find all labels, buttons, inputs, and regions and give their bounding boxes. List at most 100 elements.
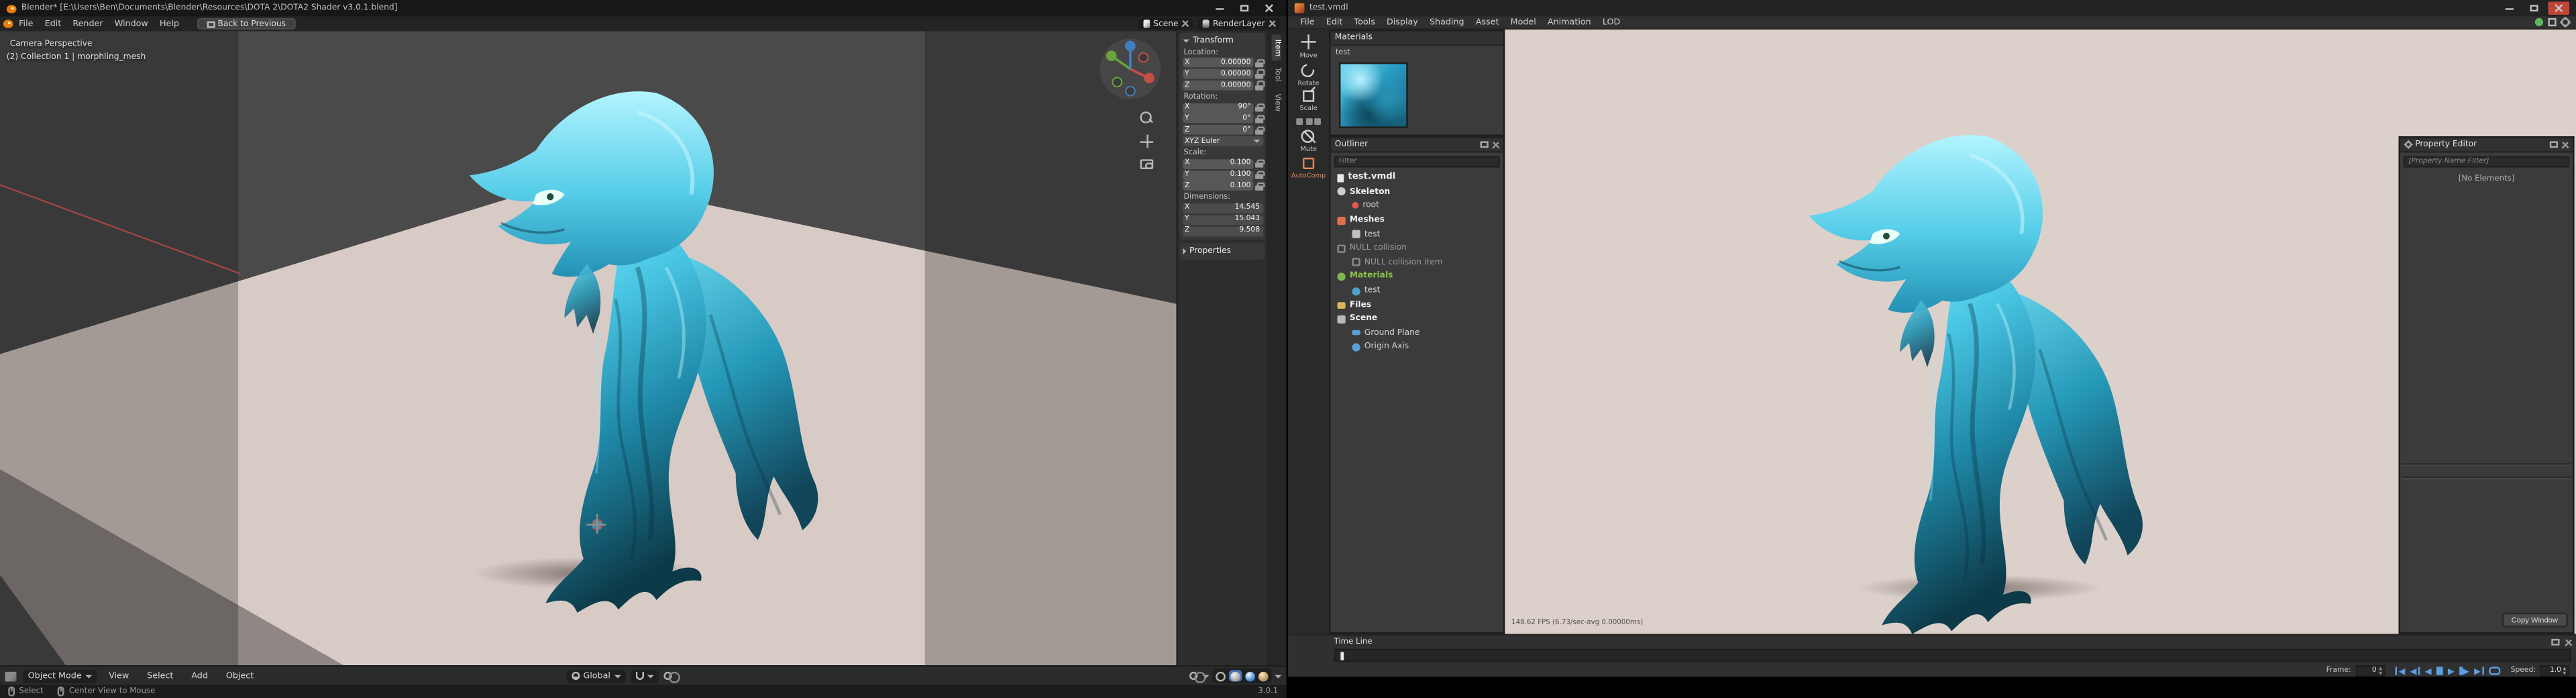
unlink-icon[interactable] [1181, 20, 1189, 28]
scale-x-field[interactable]: X 0.100 [1182, 158, 1266, 169]
material-name[interactable]: test [1331, 46, 1503, 56]
scene-selector[interactable]: Scene [1138, 17, 1193, 30]
lock-icon[interactable] [1255, 103, 1266, 113]
lock-icon[interactable] [1255, 181, 1266, 191]
zoom-tool-button[interactable] [1138, 110, 1155, 126]
rotate-tool-button[interactable]: Rotate [1298, 60, 1320, 86]
viewlayer-selector[interactable]: RenderLayer [1197, 17, 1280, 30]
scale-z-field[interactable]: Z 0.100 [1182, 181, 1266, 191]
minimize-button[interactable] [2499, 1, 2520, 15]
chevron-down-icon[interactable] [1275, 674, 1282, 678]
close-button[interactable] [2548, 1, 2570, 15]
rotation-x-field[interactable]: X 90° [1182, 103, 1266, 113]
close-panel-icon[interactable] [2564, 638, 2571, 646]
playhead-marker[interactable] [1340, 652, 1344, 660]
minimize-button[interactable] [1209, 1, 1230, 15]
pivot-option-icon[interactable] [1313, 117, 1321, 124]
frame-counter[interactable] [2355, 665, 2385, 677]
menu-display[interactable]: Display [1381, 17, 1424, 28]
step-forward-button[interactable] [2459, 666, 2470, 675]
menu-object[interactable]: Object [220, 671, 260, 681]
step-back-button[interactable] [2410, 666, 2420, 675]
gear-icon[interactable] [2561, 18, 2570, 26]
property-filter-input[interactable] [2403, 156, 2570, 168]
float-panel-icon[interactable] [2548, 141, 2557, 148]
close-button[interactable] [1258, 1, 1280, 15]
materials-panel-header[interactable]: Materials [1330, 31, 1503, 46]
property-editor-header[interactable]: Property Editor [2400, 138, 2573, 153]
outliner-item-skeleton[interactable]: Skeleton [1331, 185, 1503, 199]
mode-dropdown[interactable]: Object Mode [23, 669, 97, 683]
sidebar-tab-tool[interactable]: Tool [1272, 63, 1282, 88]
scale-y-field[interactable]: Y 0.100 [1182, 170, 1266, 180]
lock-icon[interactable] [1255, 114, 1266, 123]
rotation-y-field[interactable]: Y 0° [1182, 113, 1266, 124]
maximize-button[interactable] [2524, 1, 2545, 15]
rendered-shading-icon[interactable] [1257, 670, 1268, 681]
menu-edit[interactable]: Edit [1320, 17, 1348, 28]
jump-to-start-button[interactable] [2395, 666, 2406, 675]
menu-add[interactable]: Add [186, 671, 214, 681]
modeldoc-titlebar[interactable]: test.vmdl [1288, 0, 2576, 17]
blender-3d-viewport[interactable]: Camera Perspective (2) Collection 1 | mo… [0, 31, 1177, 666]
sidebar-tab-item[interactable]: Item [1271, 34, 1282, 62]
move-tool-button[interactable]: Move [1299, 34, 1318, 59]
rotation-mode-dropdown[interactable]: XYZ Euler [1182, 136, 1263, 147]
outliner-item-meshes[interactable]: Meshes [1331, 213, 1503, 228]
transform-header[interactable]: Transform [1181, 34, 1263, 46]
close-panel-icon[interactable] [1492, 141, 1499, 148]
outliner-item-test-material[interactable]: test [1331, 284, 1503, 298]
menu-window[interactable]: Window [109, 19, 154, 29]
outliner-item-test-vmdl[interactable]: test.vmdl [1331, 170, 1503, 185]
pivot-option-icon[interactable] [1297, 117, 1303, 124]
menu-animation[interactable]: Animation [1542, 17, 1597, 28]
engine-status-icon[interactable] [2535, 17, 2544, 27]
frame-input[interactable] [2358, 666, 2377, 675]
back-to-previous-button[interactable]: Back to Previous [196, 17, 296, 30]
menu-help[interactable]: Help [154, 19, 184, 29]
editor-type-icon[interactable] [5, 670, 17, 681]
speed-counter[interactable] [2540, 665, 2570, 677]
menu-tools[interactable]: Tools [1348, 17, 1381, 28]
outliner-item-root-bone[interactable]: root [1331, 199, 1503, 213]
panel-splitter[interactable] [2402, 476, 2571, 480]
lock-icon[interactable] [1255, 69, 1266, 79]
panel-splitter[interactable] [2402, 463, 2571, 466]
menu-edit[interactable]: Edit [39, 19, 67, 29]
loop-toggle-button[interactable] [2489, 666, 2500, 675]
scale-tool-button[interactable]: Scale [1299, 90, 1318, 111]
blender-menu-icon[interactable] [3, 19, 13, 28]
timeline-track[interactable] [1334, 648, 2571, 662]
material-thumbnail[interactable] [1338, 62, 1408, 128]
camera-view-button[interactable] [1138, 156, 1155, 172]
outliner-item-null-collision[interactable]: NULL collision [1331, 242, 1503, 256]
dimensions-y-field[interactable]: Y 15.043 [1182, 214, 1263, 225]
menu-shading[interactable]: Shading [1424, 17, 1470, 28]
proportional-edit-icon[interactable] [663, 671, 679, 683]
wireframe-shading-icon[interactable] [1216, 670, 1226, 681]
outliner-item-null-collision-item[interactable]: NULL collision item [1331, 256, 1503, 270]
menu-file[interactable]: File [13, 19, 39, 29]
menu-model[interactable]: Model [1505, 17, 1542, 28]
timeline-header[interactable]: Time Line [1288, 636, 2576, 649]
speed-input[interactable] [2543, 666, 2561, 675]
dimensions-x-field[interactable]: X 14.545 [1182, 203, 1263, 213]
material-preview-icon[interactable] [1244, 670, 1254, 681]
lock-icon[interactable] [1255, 58, 1266, 68]
pan-tool-button[interactable] [1138, 133, 1155, 149]
outliner-item-scene[interactable]: Scene [1331, 312, 1503, 326]
close-panel-icon[interactable] [2561, 141, 2569, 148]
menu-select[interactable]: Select [142, 671, 179, 681]
snap-dropdown[interactable] [630, 669, 658, 683]
outliner-item-materials[interactable]: Materials [1331, 270, 1503, 284]
outliner-item-files[interactable]: Files [1331, 298, 1503, 312]
autocomp-tool-button[interactable]: AutoComp [1291, 156, 1326, 179]
outliner-filter-input[interactable] [1334, 156, 1500, 168]
lock-icon[interactable] [1255, 158, 1266, 168]
maximize-button[interactable] [1234, 1, 1255, 15]
menu-lod[interactable]: LOD [1597, 17, 1626, 28]
overlays-toggle-icon[interactable] [1189, 671, 1205, 683]
unlink-icon[interactable] [1269, 20, 1276, 28]
sidebar-tab-view[interactable]: View [1272, 89, 1282, 117]
view-navigation-gizmo[interactable] [1097, 36, 1163, 102]
